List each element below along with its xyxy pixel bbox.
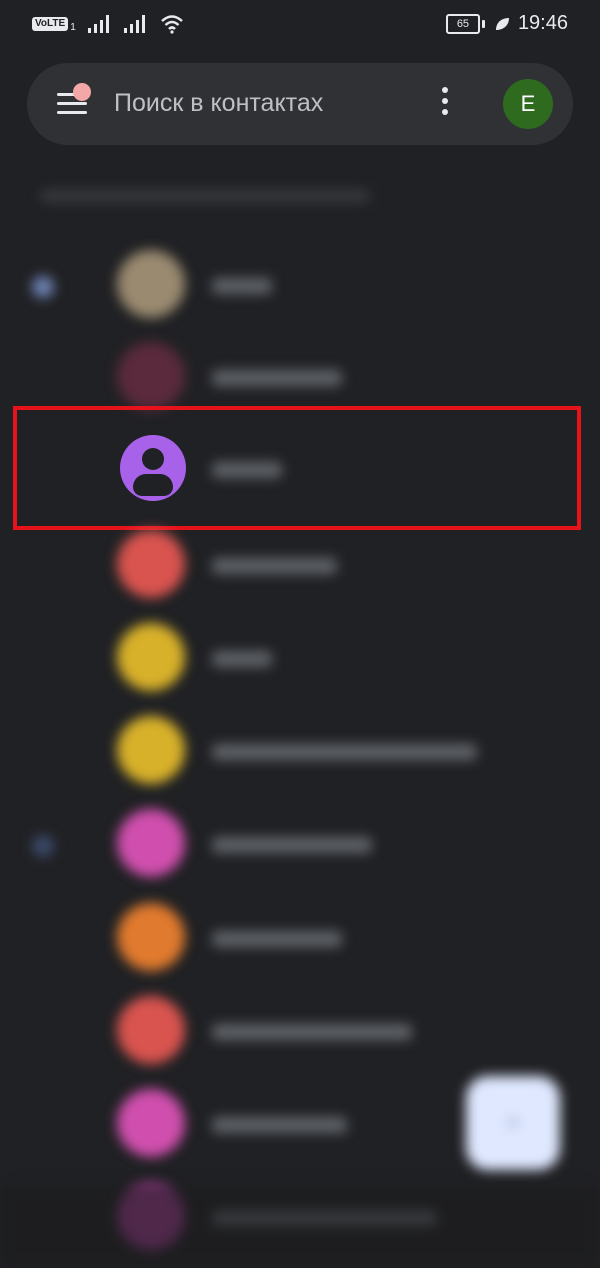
clock: 19:46 xyxy=(517,12,568,34)
status-bar: VoLTE 1 65 19:46 xyxy=(0,0,600,52)
sim-number: 1 xyxy=(70,21,76,33)
contact-name xyxy=(212,651,272,667)
volte-icon: VoLTE xyxy=(32,17,69,31)
contact-avatar xyxy=(117,996,185,1064)
search-input[interactable]: Поиск в контактах xyxy=(114,89,323,118)
status-right: 65 19:46 xyxy=(445,12,568,35)
contact-row[interactable] xyxy=(0,797,600,891)
contact-avatar xyxy=(117,1089,185,1157)
highlight-box xyxy=(13,406,581,530)
contact-avatar xyxy=(117,250,185,318)
signal-icon-2 xyxy=(123,15,145,33)
signal-icon xyxy=(87,15,109,33)
status-left: VoLTE 1 xyxy=(32,14,184,34)
contact-name xyxy=(212,370,342,386)
contact-name xyxy=(212,278,272,294)
contact-row[interactable] xyxy=(0,518,600,612)
contact-name xyxy=(212,837,372,853)
letter-indicator xyxy=(32,276,54,298)
battery-icon: 65 xyxy=(445,13,485,34)
section-header-placeholder xyxy=(40,190,370,202)
plus-icon: + xyxy=(504,1107,522,1138)
contact-avatar xyxy=(117,530,185,598)
notification-dot xyxy=(73,83,91,101)
leaf-icon xyxy=(495,17,509,30)
contact-avatar xyxy=(117,809,185,877)
contact-name xyxy=(212,744,477,760)
bottom-nav xyxy=(0,1185,600,1268)
contact-row[interactable] xyxy=(0,238,600,332)
contact-avatar xyxy=(117,716,185,784)
add-contact-button[interactable]: + xyxy=(466,1076,560,1170)
wifi-icon xyxy=(160,15,183,34)
contact-row[interactable] xyxy=(0,891,600,985)
contact-name xyxy=(212,1117,347,1133)
search-bar[interactable]: Поиск в контактах E xyxy=(27,63,573,145)
contact-name xyxy=(212,558,337,574)
contact-row[interactable] xyxy=(0,984,600,1078)
account-avatar[interactable]: E xyxy=(503,79,553,129)
contact-name xyxy=(212,1024,412,1040)
more-vert-icon[interactable] xyxy=(440,87,450,121)
contact-row[interactable] xyxy=(0,704,600,798)
contact-avatar xyxy=(117,903,185,971)
contact-avatar xyxy=(117,342,185,410)
contact-avatar xyxy=(117,623,185,691)
letter-indicator xyxy=(32,835,54,857)
contact-row[interactable] xyxy=(0,611,600,705)
contact-name xyxy=(212,931,342,947)
